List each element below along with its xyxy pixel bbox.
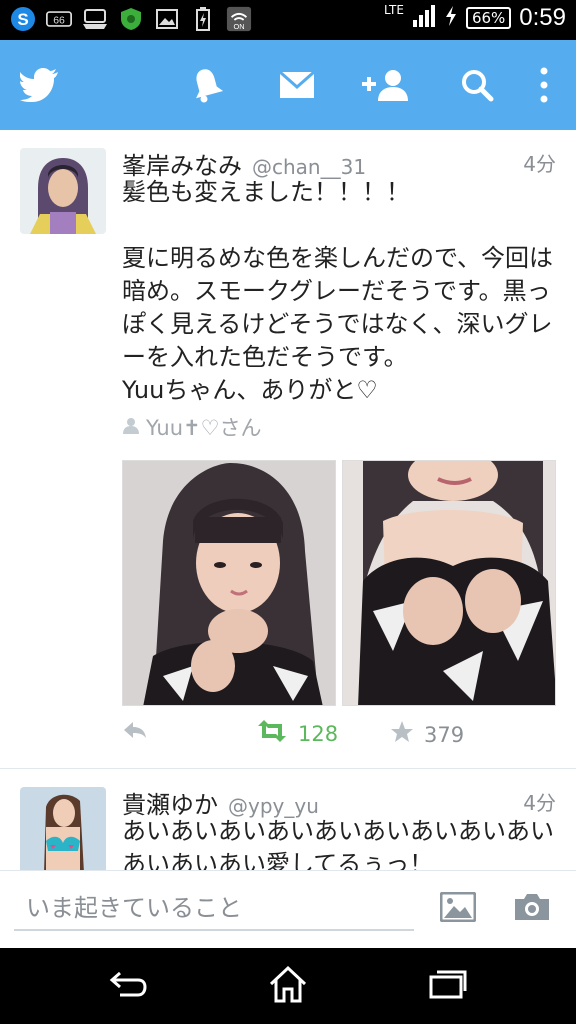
recent-apps-button[interactable]	[418, 962, 478, 1010]
compose-input[interactable]: いま起きていること	[14, 885, 414, 931]
clock: 0:59	[519, 4, 566, 31]
compose-bar: いま起きていること	[0, 870, 576, 948]
timeline[interactable]: 峯岸みなみ @chan__31 4分 髪色も変えました！！！！ 夏に明るめな色を…	[0, 130, 576, 870]
tweet-timestamp: 4分	[523, 152, 556, 176]
back-button[interactable]	[98, 962, 158, 1010]
tweet[interactable]: 貴瀬ゆか @ypy_yu 4分 あいあいあいあいあいあいあいあいあいあいあいあい…	[0, 769, 576, 870]
person-icon	[122, 415, 140, 439]
search-icon[interactable]	[452, 60, 502, 110]
svg-text:ON: ON	[233, 22, 244, 31]
home-button[interactable]	[258, 962, 318, 1010]
tweet-photo-2[interactable]	[342, 460, 556, 706]
retweet-icon	[256, 720, 288, 747]
add-user-icon[interactable]	[358, 60, 414, 110]
tweet[interactable]: 峯岸みなみ @chan__31 4分 髪色も変えました！！！！ 夏に明るめな色を…	[0, 130, 576, 768]
navigation-bar	[0, 948, 576, 1024]
retweeted-by: Yuu✝♡さん	[122, 412, 261, 442]
favorite-count: 379	[424, 722, 465, 747]
recent-apps-icon	[429, 969, 467, 1003]
retweet-count: 128	[298, 721, 339, 746]
battery-level: 66%	[465, 7, 512, 29]
avatar[interactable]	[20, 148, 106, 234]
tweet-text: あいあいあいあいあいあいあいあいあいあいあいあい愛してるぅっ！	[122, 817, 554, 870]
action-bar	[0, 40, 576, 130]
home-icon	[268, 965, 308, 1007]
signal-icon	[412, 4, 436, 32]
svg-text:66: 66	[53, 15, 65, 26]
twitter-bird-icon[interactable]	[10, 60, 70, 110]
retweet-button[interactable]: 128	[256, 720, 338, 747]
camera-icon	[513, 892, 551, 926]
status-right: LTE 66% 0:59	[383, 3, 566, 32]
star-icon	[390, 720, 414, 749]
wifi-off-icon: ON	[226, 6, 252, 32]
reply-button[interactable]	[122, 720, 148, 745]
attach-image-button[interactable]	[436, 889, 480, 929]
tray-icon	[82, 6, 108, 32]
status-left-icons: S 66 ON	[10, 6, 252, 32]
tweet-text: 髪色も変えました！！！！ 夏に明るめな色を楽しんだので、今回は暗め。スモークグレ…	[122, 178, 554, 404]
network-type: LTE	[383, 3, 404, 17]
battery-charging-icon	[190, 6, 216, 32]
retweeted-by-label[interactable]: Yuu✝♡さん	[146, 412, 261, 442]
camera-button[interactable]	[510, 889, 554, 929]
image-icon	[154, 6, 180, 32]
overflow-menu-icon[interactable]	[524, 60, 564, 110]
reply-icon	[122, 720, 148, 745]
messages-envelope-icon[interactable]	[272, 60, 322, 110]
voicemail-icon: 66	[46, 6, 72, 32]
tweet-actions: 128 379	[122, 720, 562, 760]
avatar[interactable]	[20, 787, 106, 870]
tweet-photo-1[interactable]	[122, 460, 336, 706]
back-icon	[108, 969, 148, 1003]
svg-text:S: S	[17, 10, 28, 29]
image-icon	[439, 891, 477, 926]
notifications-bell-icon[interactable]	[182, 60, 232, 110]
favorite-button[interactable]: 379	[390, 720, 464, 749]
charging-bolt-icon	[444, 5, 458, 31]
shield-app-icon	[118, 6, 144, 32]
tweet-timestamp: 4分	[523, 791, 556, 815]
status-bar: S 66 ON LTE 66% 0:59	[0, 0, 576, 40]
s-app-icon: S	[10, 6, 36, 32]
